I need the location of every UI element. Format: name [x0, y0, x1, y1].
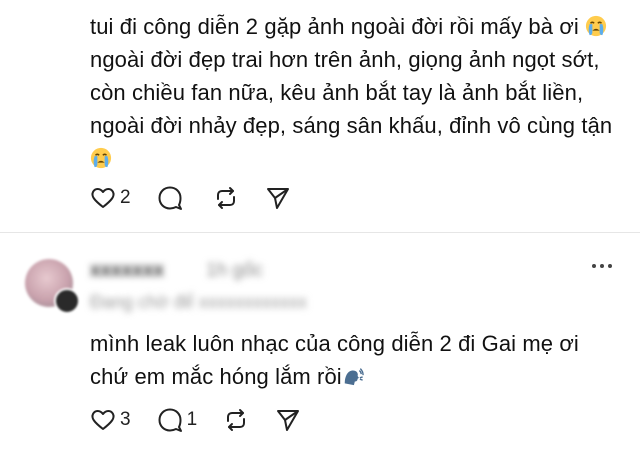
heart-icon — [91, 410, 115, 430]
more-options-button[interactable] — [592, 264, 612, 268]
reply-count: 1 — [186, 409, 198, 430]
like-button[interactable]: 2 — [90, 186, 131, 210]
like-button[interactable]: 3 — [90, 408, 131, 432]
avatar-badge — [54, 288, 80, 314]
post-body-text: tui đi công diễn 2 gặp ảnh ngoài đời rồi… — [90, 10, 622, 175]
author-name-blurred[interactable]: xxxxxxx — [90, 260, 164, 282]
post-text-part: mình leak luôn nhạc của công diễn 2 đi G… — [90, 331, 586, 389]
send-icon — [277, 410, 300, 431]
more-dot — [608, 264, 612, 268]
post-divider — [0, 232, 640, 233]
comment-icon — [158, 408, 182, 432]
post-actions: 2 — [90, 183, 317, 213]
repost-button[interactable] — [223, 407, 249, 433]
like-count: 2 — [120, 187, 131, 208]
speaking-head-icon — [344, 368, 364, 386]
post-actions: 3 1 — [90, 405, 327, 435]
repost-button[interactable] — [213, 185, 239, 211]
send-icon — [266, 188, 289, 209]
thread-post-1: tui đi công diễn 2 gặp ảnh ngoài đời rồi… — [0, 0, 640, 232]
more-dot — [592, 264, 596, 268]
reply-button[interactable] — [157, 185, 187, 211]
loudly-crying-face-icon — [90, 147, 112, 169]
loudly-crying-face-icon — [585, 15, 607, 37]
repost-icon — [216, 187, 235, 209]
thread-post-2: xxxxxxx 1h gốc Đang chờ để xxxxxxxxxxxx … — [0, 234, 640, 460]
post-body-text: mình leak luôn nhạc của công diễn 2 đi G… — [90, 327, 622, 393]
share-button[interactable] — [275, 407, 301, 433]
share-button[interactable] — [265, 185, 291, 211]
post-text-part: tui đi công diễn 2 gặp ảnh ngoài đời rồi… — [90, 14, 586, 39]
like-count: 3 — [120, 409, 131, 430]
reply-button[interactable]: 1 — [157, 407, 198, 433]
heart-icon — [91, 188, 115, 208]
author-subtitle-blurred: Đang chờ để xxxxxxxxxxxx — [90, 292, 307, 312]
more-dot — [600, 264, 604, 268]
post-time-blurred: 1h gốc — [206, 260, 264, 281]
comment-icon — [158, 186, 182, 210]
repost-icon — [227, 409, 246, 431]
